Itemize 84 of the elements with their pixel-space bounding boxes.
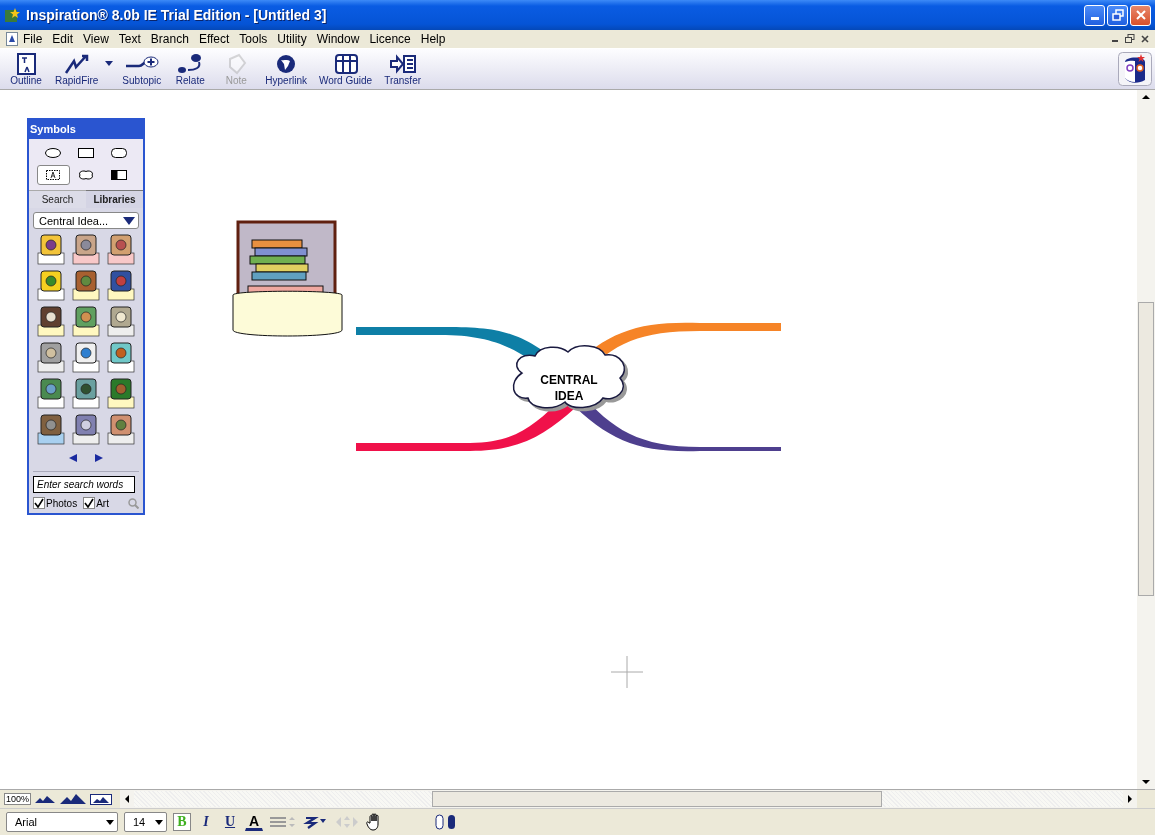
toolbar-button[interactable]: Word Guide xyxy=(313,52,378,86)
menu-item[interactable]: Licence xyxy=(364,32,416,46)
palette-tab[interactable]: Libraries xyxy=(86,190,143,208)
symbol-thumbnail[interactable] xyxy=(35,269,67,301)
symbol-thumbnail[interactable] xyxy=(105,305,137,337)
font-dropdown[interactable]: Arial xyxy=(6,812,118,832)
search-field[interactable]: Enter search words xyxy=(33,476,135,493)
checkbox[interactable] xyxy=(33,497,45,509)
split-shape-icon xyxy=(109,169,128,181)
app-icon xyxy=(4,7,20,23)
menu-item[interactable]: Edit xyxy=(47,32,79,46)
toolbar-button[interactable]: Outline xyxy=(4,52,48,86)
horizontal-scrollbar[interactable] xyxy=(120,790,1137,808)
library-dropdown[interactable]: Central Idea... xyxy=(33,212,139,229)
document-icon xyxy=(6,32,18,46)
checkbox-label[interactable]: Photos xyxy=(46,497,78,509)
symbol-thumbnail[interactable] xyxy=(35,305,67,337)
symbol-thumbnail[interactable] xyxy=(105,413,137,445)
underline-button[interactable]: U xyxy=(221,813,239,831)
menu-item[interactable]: View xyxy=(78,32,114,46)
toolbar-button[interactable]: Hyperlink xyxy=(260,52,312,86)
caret-icon xyxy=(106,819,114,825)
zoom-out-icon[interactable] xyxy=(34,794,57,804)
shape-button[interactable] xyxy=(37,165,70,185)
restore-icon xyxy=(1111,9,1124,21)
symbol-thumbnail[interactable] xyxy=(105,377,137,409)
close-icon xyxy=(1134,9,1147,21)
toolbar-button[interactable]: Subtopic xyxy=(117,52,167,86)
caret-icon xyxy=(105,60,114,66)
fit-window-icon[interactable] xyxy=(90,793,113,805)
zoom-level[interactable]: 100% xyxy=(4,793,32,805)
italic-button[interactable]: I xyxy=(197,813,215,831)
caret-icon xyxy=(155,819,163,825)
previous-arrow-icon[interactable] xyxy=(68,453,78,463)
checkbox-label[interactable]: Art xyxy=(96,497,109,509)
caret-icon xyxy=(123,216,135,225)
next-arrow-icon[interactable] xyxy=(94,453,104,463)
symbol-thumbnail[interactable] xyxy=(35,377,67,409)
central-idea-text[interactable]: CENTRAL IDEA xyxy=(527,372,611,404)
palette-title: Symbols xyxy=(29,122,77,137)
minimize-icon xyxy=(1090,17,1099,20)
close-icon[interactable] xyxy=(1141,34,1149,44)
toolbar-button[interactable]: RapidFire xyxy=(50,52,104,86)
symbol-thumbnail[interactable] xyxy=(35,413,67,445)
minimize-button[interactable] xyxy=(1084,4,1105,26)
palette-tab[interactable]: Search xyxy=(29,190,86,208)
menu-item[interactable]: Effect xyxy=(193,32,235,46)
menu-item[interactable]: Window xyxy=(311,32,365,46)
size-dropdown[interactable]: 14 xyxy=(124,812,167,832)
menu-item[interactable]: Utility xyxy=(272,32,312,46)
view-toggle-icon[interactable] xyxy=(435,814,457,830)
symbol-thumbnail[interactable] xyxy=(70,305,102,337)
text-shape-icon xyxy=(44,169,63,181)
rectangle-shape-icon xyxy=(77,147,95,159)
symbol-thumbnail[interactable] xyxy=(70,377,102,409)
menu-item[interactable]: Branch xyxy=(145,32,194,46)
menu-item[interactable]: Help xyxy=(415,32,451,46)
symbol-thumbnail[interactable] xyxy=(70,233,102,265)
symbol-thumbnail[interactable] xyxy=(105,233,137,265)
close-button[interactable] xyxy=(1130,4,1151,26)
cartoon-head-icon xyxy=(1118,52,1152,86)
rounded-shape-icon xyxy=(109,147,128,159)
link-style-icon[interactable] xyxy=(303,814,329,830)
menu-item[interactable]: Text xyxy=(113,32,146,46)
cloud-shape-icon xyxy=(77,169,95,181)
symbol-thumbnail[interactable] xyxy=(105,269,137,301)
symbol-thumbnail[interactable] xyxy=(70,341,102,373)
restore-icon[interactable] xyxy=(1125,34,1135,44)
color-button[interactable]: A xyxy=(245,813,263,831)
restore-button[interactable] xyxy=(1107,4,1128,26)
menu-item[interactable]: Tools xyxy=(234,32,273,46)
toolbar-button[interactable]: Relate xyxy=(168,52,213,86)
checkbox[interactable] xyxy=(83,497,96,509)
symbol-thumbnail[interactable] xyxy=(70,269,102,301)
menu-item[interactable]: File xyxy=(18,32,48,46)
toolbar-button[interactable]: Transfer xyxy=(379,52,427,86)
symbol-thumbnail[interactable] xyxy=(35,341,67,373)
symbol-thumbnail[interactable] xyxy=(35,233,67,265)
zoom-in-icon[interactable] xyxy=(59,793,88,805)
symbol-thumbnail[interactable] xyxy=(105,341,137,373)
window-title: Inspiration® 8.0b IE Trial Edition - [Untitled 3] xyxy=(26,7,328,23)
symbol-thumbnail[interactable] xyxy=(70,413,102,445)
vertical-scrollbar[interactable] xyxy=(1137,90,1155,789)
oval-shape-icon xyxy=(44,147,63,159)
